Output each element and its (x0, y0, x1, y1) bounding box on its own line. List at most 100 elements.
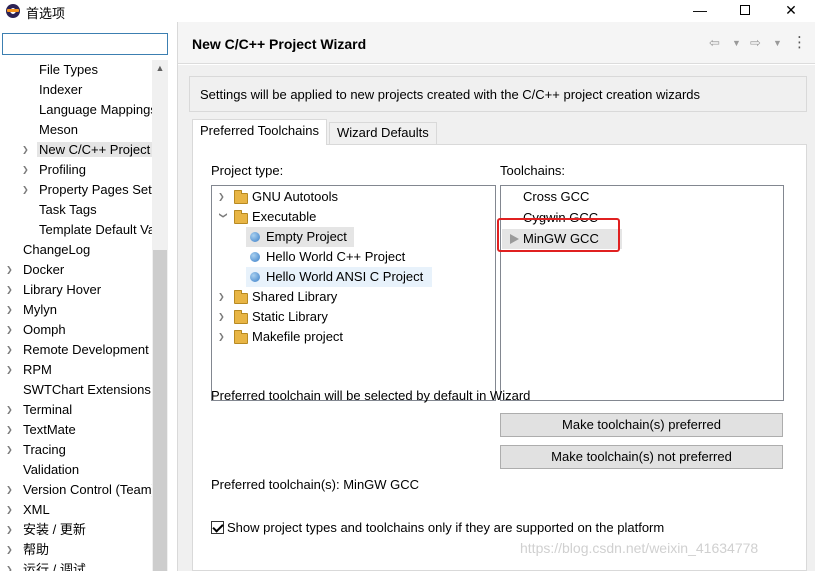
forward-arrow-icon[interactable]: ⇨ (750, 35, 761, 51)
sidebar-item[interactable]: Meson (0, 120, 152, 140)
chevron-right-icon[interactable]: ❯ (6, 480, 18, 500)
sidebar-item[interactable]: ❯ Property Pages Settings (0, 180, 152, 200)
sidebar-item[interactable]: ❯ Tracing (0, 440, 152, 460)
folder-icon (234, 210, 248, 224)
sidebar-item[interactable]: Indexer (0, 80, 152, 100)
sidebar-item[interactable]: ❯ XML (0, 500, 152, 520)
chevron-right-icon[interactable]: ❯ (6, 260, 18, 280)
show-supported-checkbox[interactable] (211, 521, 224, 534)
project-type-item[interactable]: Empty Project (266, 227, 347, 247)
sidebar-item-label: Version Control (Team) (23, 482, 152, 497)
back-arrow-icon[interactable]: ⇦ (709, 35, 720, 51)
minimize-button[interactable]: — (677, 0, 723, 22)
folder-icon (234, 330, 248, 344)
project-template-icon (250, 252, 260, 262)
toolchain-item[interactable]: Cross GCC (523, 187, 589, 207)
sidebar-item[interactable]: ❯ Profiling (0, 160, 152, 180)
sidebar-item[interactable]: Template Default Values (0, 220, 152, 240)
page-content: Settings will be applied to new projects… (178, 65, 815, 571)
scrollbar-thumb[interactable] (153, 250, 167, 571)
project-type-item[interactable]: Static Library (252, 307, 328, 327)
view-menu-icon[interactable]: ⋮ (792, 33, 807, 51)
sidebar-item-label: Mylyn (23, 302, 57, 317)
chevron-right-icon[interactable]: ❯ (6, 400, 18, 420)
close-button[interactable]: ✕ (768, 0, 814, 22)
sidebar-item[interactable]: Language Mappings (0, 100, 152, 120)
sidebar-item[interactable]: ❯ Terminal (0, 400, 152, 420)
tab-panel: Project type: Toolchains: ❯ GNU Autotools… (192, 144, 807, 571)
folder-icon (234, 190, 248, 204)
title-bar: 首选项 — ✕ (0, 0, 815, 22)
sidebar-item[interactable]: ChangeLog (0, 240, 152, 260)
maximize-button[interactable] (722, 0, 768, 22)
chevron-right-icon[interactable]: ❯ (22, 160, 34, 180)
sidebar-item[interactable]: ❯ Remote Development (0, 340, 152, 360)
make-not-preferred-button[interactable]: Make toolchain(s) not preferred (500, 445, 783, 469)
sidebar-scrollbar[interactable]: ▲ (152, 60, 168, 571)
sidebar-item[interactable]: Validation (0, 460, 152, 480)
project-template-icon (250, 232, 260, 242)
sidebar-item[interactable]: ❯New C/C++ Project Wizard (0, 140, 152, 160)
sidebar-item[interactable]: ❯ 运行 / 调试 (0, 560, 152, 571)
chevron-right-icon[interactable]: ❯ (6, 300, 18, 320)
info-box: Settings will be applied to new projects… (189, 76, 807, 112)
chevron-right-icon[interactable]: ❯ (218, 311, 228, 323)
sidebar-item[interactable]: ❯ Library Hover (0, 280, 152, 300)
chevron-right-icon[interactable]: ❯ (6, 440, 18, 460)
sidebar-item[interactable]: ❯ Version Control (Team) (0, 480, 152, 500)
project-type-item[interactable]: Makefile project (252, 327, 343, 347)
show-supported-label[interactable]: Show project types and toolchains only i… (227, 520, 664, 535)
scroll-up-icon[interactable]: ▲ (152, 60, 168, 76)
chevron-right-icon[interactable]: ❯ (218, 331, 228, 343)
project-type-item[interactable]: GNU Autotools (252, 187, 338, 207)
sidebar-item-label: Oomph (23, 322, 66, 337)
sidebar-item-label: New C/C++ Project Wizard (37, 142, 152, 157)
maximize-icon (740, 5, 750, 15)
sidebar-item[interactable]: ❯ Docker (0, 260, 152, 280)
sidebar-item-label: Property Pages Settings (39, 182, 152, 197)
tab-preferred-toolchains[interactable]: Preferred Toolchains (192, 119, 327, 145)
project-type-item[interactable]: Hello World C++ Project (266, 247, 405, 267)
sidebar-item-label: Profiling (39, 162, 86, 177)
chevron-right-icon[interactable]: ❯ (6, 420, 18, 440)
sidebar-item[interactable]: ❯ Oomph (0, 320, 152, 340)
sidebar-item-label: XML (23, 502, 50, 517)
chevron-right-icon[interactable]: ❯ (6, 360, 18, 380)
project-type-tree[interactable]: ❯ GNU Autotools ❯ Executable Empty Project He… (211, 185, 496, 401)
sidebar-item-label: TextMate (23, 422, 76, 437)
project-type-item[interactable]: Executable (252, 207, 316, 227)
sidebar-item[interactable]: File Types (0, 60, 152, 80)
folder-icon (234, 310, 248, 324)
chevron-right-icon[interactable]: ❯ (22, 180, 34, 200)
tab-wizard-defaults[interactable]: Wizard Defaults (329, 122, 437, 144)
sidebar-item[interactable]: ❯ 安装 / 更新 (0, 520, 152, 540)
chevron-right-icon[interactable]: ❯ (218, 291, 228, 303)
toolchains-label: Toolchains: (500, 163, 566, 178)
chevron-down-icon[interactable]: ❯ (217, 212, 229, 222)
chevron-right-icon[interactable]: ❯ (218, 191, 228, 203)
chevron-right-icon[interactable]: ❯ (6, 320, 18, 340)
sidebar-item[interactable]: ❯ 帮助 (0, 540, 152, 560)
preferences-sidebar: File Types Indexer Language Mappings Meson ❯… (0, 22, 176, 571)
chevron-right-icon[interactable]: ❯ (6, 280, 18, 300)
chevron-right-icon[interactable]: ❯ (6, 540, 18, 560)
sidebar-item[interactable]: SWTChart Extensions (0, 380, 152, 400)
project-type-item[interactable]: Hello World ANSI C Project (266, 267, 423, 287)
back-dropdown-icon[interactable]: ▼ (732, 38, 741, 48)
folder-icon (234, 290, 248, 304)
filter-input[interactable] (2, 33, 168, 55)
chevron-right-icon[interactable]: ❯ (6, 500, 18, 520)
sidebar-item[interactable]: ❯ Mylyn (0, 300, 152, 320)
sidebar-item-label: RPM (23, 362, 52, 377)
sidebar-item[interactable]: Task Tags (0, 200, 152, 220)
chevron-right-icon[interactable]: ❯ (6, 340, 18, 360)
forward-dropdown-icon[interactable]: ▼ (773, 38, 782, 48)
eclipse-icon (6, 4, 20, 18)
chevron-right-icon[interactable]: ❯ (22, 140, 34, 160)
make-preferred-button[interactable]: Make toolchain(s) preferred (500, 413, 783, 437)
project-type-item[interactable]: Shared Library (252, 287, 337, 307)
sidebar-item[interactable]: ❯ TextMate (0, 420, 152, 440)
chevron-right-icon[interactable]: ❯ (6, 560, 18, 571)
chevron-right-icon[interactable]: ❯ (6, 520, 18, 540)
sidebar-item[interactable]: ❯ RPM (0, 360, 152, 380)
